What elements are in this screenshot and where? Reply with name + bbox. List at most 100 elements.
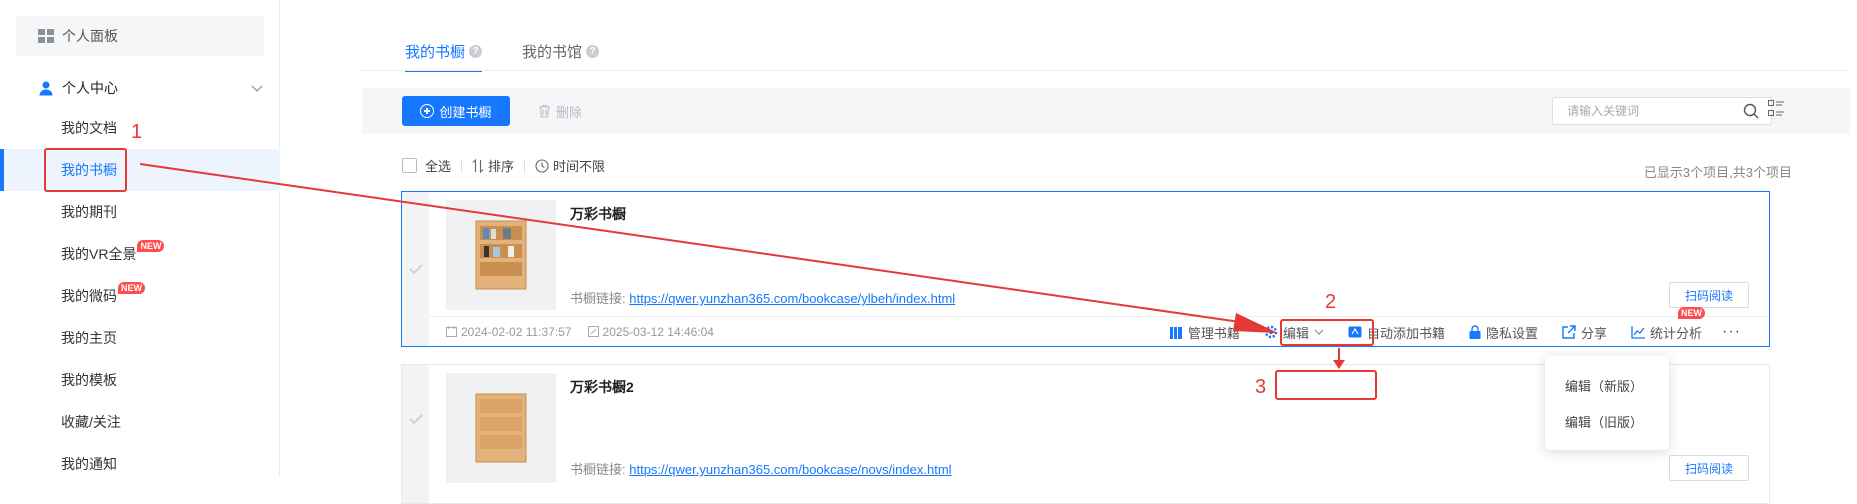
personal-panel-label: 个人面板 [62, 28, 118, 44]
created-text: 2024-02-02 11:37:57 [461, 324, 572, 339]
personal-panel-button[interactable]: 个人面板 [16, 16, 264, 56]
search-input[interactable]: 请输入关键词 [1552, 97, 1772, 125]
toolbar: 创建书橱 删除 请输入关键词 [362, 88, 1850, 134]
bookcase-title[interactable]: 万彩书橱 [570, 204, 626, 224]
annotation-number-1: 1 [131, 121, 143, 143]
sort-icon [472, 158, 484, 173]
search-icon[interactable] [1743, 103, 1759, 119]
more-icon[interactable]: ··· [1722, 323, 1741, 341]
check-icon [408, 414, 423, 424]
scan-read-button[interactable]: 扫码阅读 [1669, 282, 1749, 308]
share-button[interactable]: 分享 [1562, 323, 1607, 342]
select-all-label: 全选 [425, 159, 452, 174]
manage-books-button[interactable]: 管理书籍 [1169, 323, 1240, 342]
tab-bar: 我的书橱? 我的书馆? [405, 30, 639, 72]
stats-label: 统计分析 [1650, 325, 1703, 341]
select-all-checkbox[interactable] [402, 158, 417, 173]
tab-my-library[interactable]: 我的书馆? [522, 30, 600, 72]
sidebar-item-notifications[interactable]: 我的通知 [0, 443, 280, 485]
bookcase-title[interactable]: 万彩书橱2 [570, 377, 634, 397]
select-all[interactable]: 全选 [402, 156, 451, 175]
filter-row: 全选 排序 时间不限 [402, 156, 605, 175]
sort-button[interactable]: 排序 [472, 156, 514, 175]
sidebar-item-label: 我的模板 [61, 372, 117, 388]
modified-text: 2025-03-12 14:46:04 [602, 324, 714, 339]
stats-analysis-button[interactable]: 统计分析 NEW [1631, 306, 1706, 342]
sidebar-item-microcode[interactable]: 我的微码 NEW [0, 275, 280, 317]
auto-add-label: 自动添加书籍 [1366, 325, 1445, 341]
edit-old-version-option[interactable]: 编辑（旧版） [1545, 406, 1669, 436]
edit-doc-icon [587, 326, 599, 337]
sidebar-item-label: 我的微码 [61, 288, 117, 304]
card-select[interactable] [402, 365, 429, 503]
privacy-settings-button[interactable]: 隐私设置 [1469, 323, 1538, 342]
tab-my-bookcase[interactable]: 我的书橱? [405, 30, 483, 72]
modified-date: 2025-03-12 14:46:04 [587, 324, 714, 339]
scan-read-button[interactable]: 扫码阅读 [1669, 455, 1749, 481]
check-icon [408, 264, 423, 274]
manage-label: 管理书籍 [1187, 325, 1240, 341]
card-meta: 2024-02-02 11:37:57 2025-03-12 14:46:04 … [429, 306, 1769, 346]
main-content: 我的书橱? 我的书馆? 创建书橱 删除 请输入关键词 全选 排序 时间不限 已显… [280, 0, 1857, 504]
bookshelf-image [475, 220, 527, 290]
lock-icon [1469, 325, 1481, 339]
tab-label: 我的书馆 [522, 43, 583, 61]
edit-dropdown-menu: 编辑（新版） 编辑（旧版） [1545, 356, 1669, 450]
new-badge: NEW [118, 282, 145, 294]
delete-button[interactable]: 删除 [538, 96, 582, 126]
delete-label: 删除 [556, 104, 583, 120]
annotation-number-3: 3 [1255, 376, 1267, 398]
time-filter[interactable]: 时间不限 [535, 156, 605, 175]
edit-new-version-option[interactable]: 编辑（新版） [1545, 370, 1669, 400]
sidebar: 个人面板 个人中心 我的文档 我的书橱 我的期刊 我的VR全景 NEW 我的微码 N… [0, 0, 280, 476]
help-icon[interactable]: ? [469, 44, 483, 58]
link-label: 书橱链接: [570, 291, 626, 306]
sidebar-item-label: 我的主页 [61, 330, 117, 346]
share-icon [1562, 325, 1576, 339]
privacy-label: 隐私设置 [1485, 325, 1538, 341]
annotation-number-2: 2 [1325, 291, 1337, 313]
bookshelf-image [475, 393, 527, 463]
create-label: 创建书橱 [439, 104, 492, 120]
bookcase-card[interactable]: 万彩书橱 书橱链接: https://qwer.yunzhan365.com/b… [401, 191, 1770, 347]
sidebar-item-journals[interactable]: 我的期刊 [0, 191, 280, 233]
tab-label: 我的书橱 [405, 43, 466, 61]
sidebar-item-homepage[interactable]: 我的主页 [0, 317, 280, 359]
personal-center-section[interactable]: 个人中心 [38, 78, 264, 98]
sidebar-item-label: 我的期刊 [61, 204, 117, 220]
sidebar-item-vr[interactable]: 我的VR全景 NEW [0, 233, 280, 275]
created-date: 2024-02-02 11:37:57 [446, 325, 572, 339]
list-view-icon[interactable] [1768, 100, 1784, 116]
help-icon[interactable]: ? [586, 44, 600, 58]
personal-center-label: 个人中心 [62, 80, 118, 96]
card-select[interactable] [402, 192, 429, 346]
search-placeholder: 请输入关键词 [1567, 104, 1640, 118]
bookcase-thumbnail[interactable] [446, 200, 556, 310]
books-icon [1169, 326, 1182, 339]
trash-icon [539, 104, 550, 118]
new-badge: NEW [1678, 306, 1706, 319]
sidebar-item-label: 我的文档 [61, 120, 117, 136]
sidebar-item-bookcase[interactable]: 我的书橱 [0, 149, 280, 191]
share-label: 分享 [1580, 325, 1607, 341]
bookcase-link[interactable]: https://qwer.yunzhan365.com/bookcase/ylb… [629, 291, 955, 306]
divider [524, 158, 526, 173]
grid-icon [38, 29, 54, 43]
sidebar-item-label: 我的VR全景 [61, 246, 137, 262]
bookcase-link-row: 书橱链接: https://qwer.yunzhan365.com/bookca… [570, 288, 955, 307]
bookcase-link[interactable]: https://qwer.yunzhan365.com/bookcase/nov… [629, 462, 951, 477]
divider [461, 158, 463, 173]
user-icon [39, 81, 53, 96]
sidebar-item-favorites[interactable]: 收藏/关注 [0, 401, 280, 443]
sidebar-item-templates[interactable]: 我的模板 [0, 359, 280, 401]
annotation-box-1 [44, 148, 127, 192]
item-count: 已显示3个项目,共3个项目 [1643, 165, 1792, 180]
gear-icon [1264, 325, 1278, 339]
new-badge: NEW [137, 240, 165, 252]
create-bookcase-button[interactable]: 创建书橱 [402, 96, 510, 126]
time-filter-label: 时间不限 [553, 159, 606, 174]
chevron-down-icon [251, 85, 263, 92]
plus-circle-icon [420, 104, 435, 118]
bookcase-thumbnail[interactable] [446, 373, 556, 483]
bookcase-link-row: 书橱链接: https://qwer.yunzhan365.com/bookca… [570, 459, 952, 478]
